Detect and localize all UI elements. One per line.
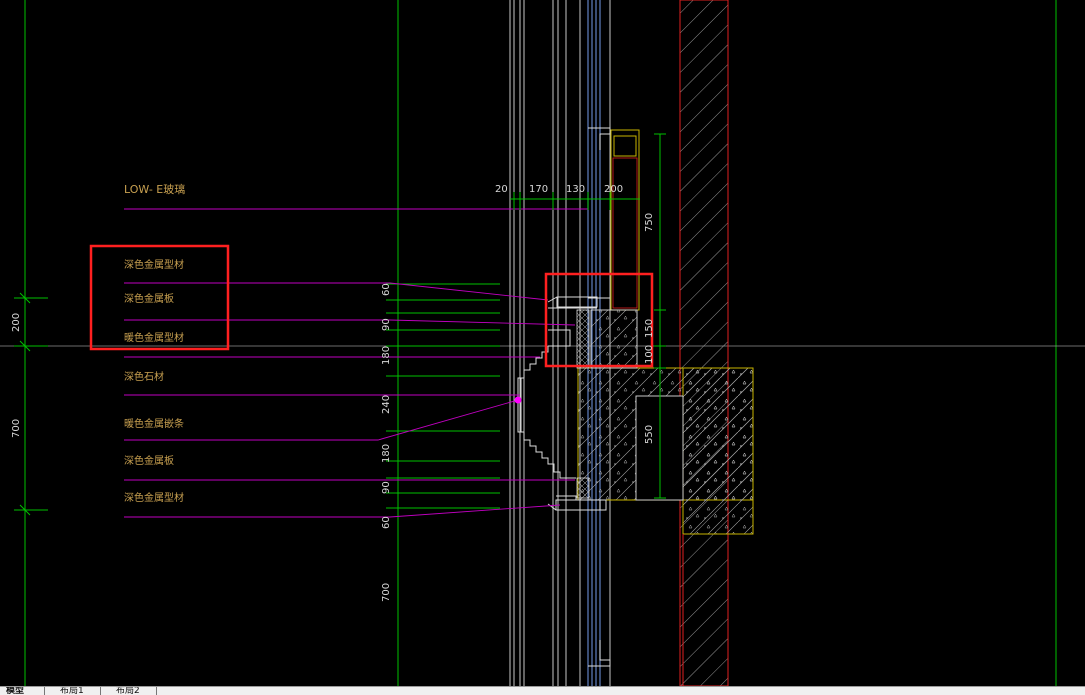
masonry-wall (679, 0, 729, 686)
tab-layout-2[interactable]: 布局2 (116, 687, 140, 695)
dim-right-750: 750 (644, 213, 655, 232)
label-warm-metal-profile: 暖色金属型材 (124, 331, 184, 344)
dim-left-700: 700 (11, 419, 22, 438)
dim-stack-180-bottom: 180 (381, 444, 392, 463)
drawing-canvas[interactable]: LOW- E玻璃 深色金属型材 深色金属板 暖色金属型材 深色石材 暖色金属嵌条… (0, 0, 1085, 686)
dim-200: 200 (604, 184, 623, 195)
label-dark-metal-panel-2: 深色金属板 (124, 454, 174, 467)
cad-viewer: LOW- E玻璃 深色金属型材 深色金属板 暖色金属型材 深色石材 暖色金属嵌条… (0, 0, 1085, 695)
insulation-strip-upper (576, 309, 590, 369)
dim-130: 130 (566, 184, 585, 195)
leader-lines (124, 208, 588, 518)
dim-stack-180-top: 180 (381, 346, 392, 365)
material-labels: 深色金属型材 深色金属板 暖色金属型材 深色石材 暖色金属嵌条 深色金属板 深色… (124, 258, 184, 504)
dim-right-550: 550 (644, 425, 655, 444)
bottom-bracket (555, 499, 611, 667)
dim-stack-700: 700 (381, 583, 392, 602)
insulation-strip-lower (576, 477, 590, 499)
leader-anchor-dot (514, 396, 522, 404)
label-dark-metal-profile-2: 深色金属型材 (124, 491, 184, 504)
stack-dimension-ticks (386, 283, 500, 509)
label-dark-metal-profile-1: 深色金属型材 (124, 258, 184, 271)
layout-tab-bar: 模型 布局1 布局2 (0, 686, 1085, 695)
upper-box-inner (612, 157, 638, 309)
top-bracket (547, 127, 611, 309)
dim-stack-60-top: 60 (381, 283, 392, 296)
tab-separator (156, 687, 157, 695)
tab-model[interactable]: 模型 (6, 687, 24, 695)
label-warm-metal-strip: 暖色金属嵌条 (124, 417, 184, 430)
dim-right-150: 150 (644, 319, 655, 338)
dim-20: 20 (495, 184, 508, 195)
dim-stack-60-bottom: 60 (381, 516, 392, 529)
tab-separator (44, 687, 45, 695)
stack-dimension-values: 60 90 180 240 180 90 60 700 (381, 283, 392, 602)
dim-stack-240: 240 (381, 395, 392, 414)
dim-170: 170 (529, 184, 548, 195)
dim-right-100: 100 (644, 345, 655, 364)
dim-left-200: 200 (11, 313, 22, 332)
dim-stack-90-bottom: 90 (381, 481, 392, 494)
tab-layout-1[interactable]: 布局1 (60, 687, 84, 695)
label-dark-stone: 深色石材 (124, 370, 164, 383)
label-dark-metal-panel-1: 深色金属板 (124, 292, 174, 305)
left-dimension-values: 200 700 (11, 313, 22, 438)
tab-separator (100, 687, 101, 695)
glass-label: LOW- E玻璃 (124, 182, 185, 196)
dim-stack-90-top: 90 (381, 318, 392, 331)
